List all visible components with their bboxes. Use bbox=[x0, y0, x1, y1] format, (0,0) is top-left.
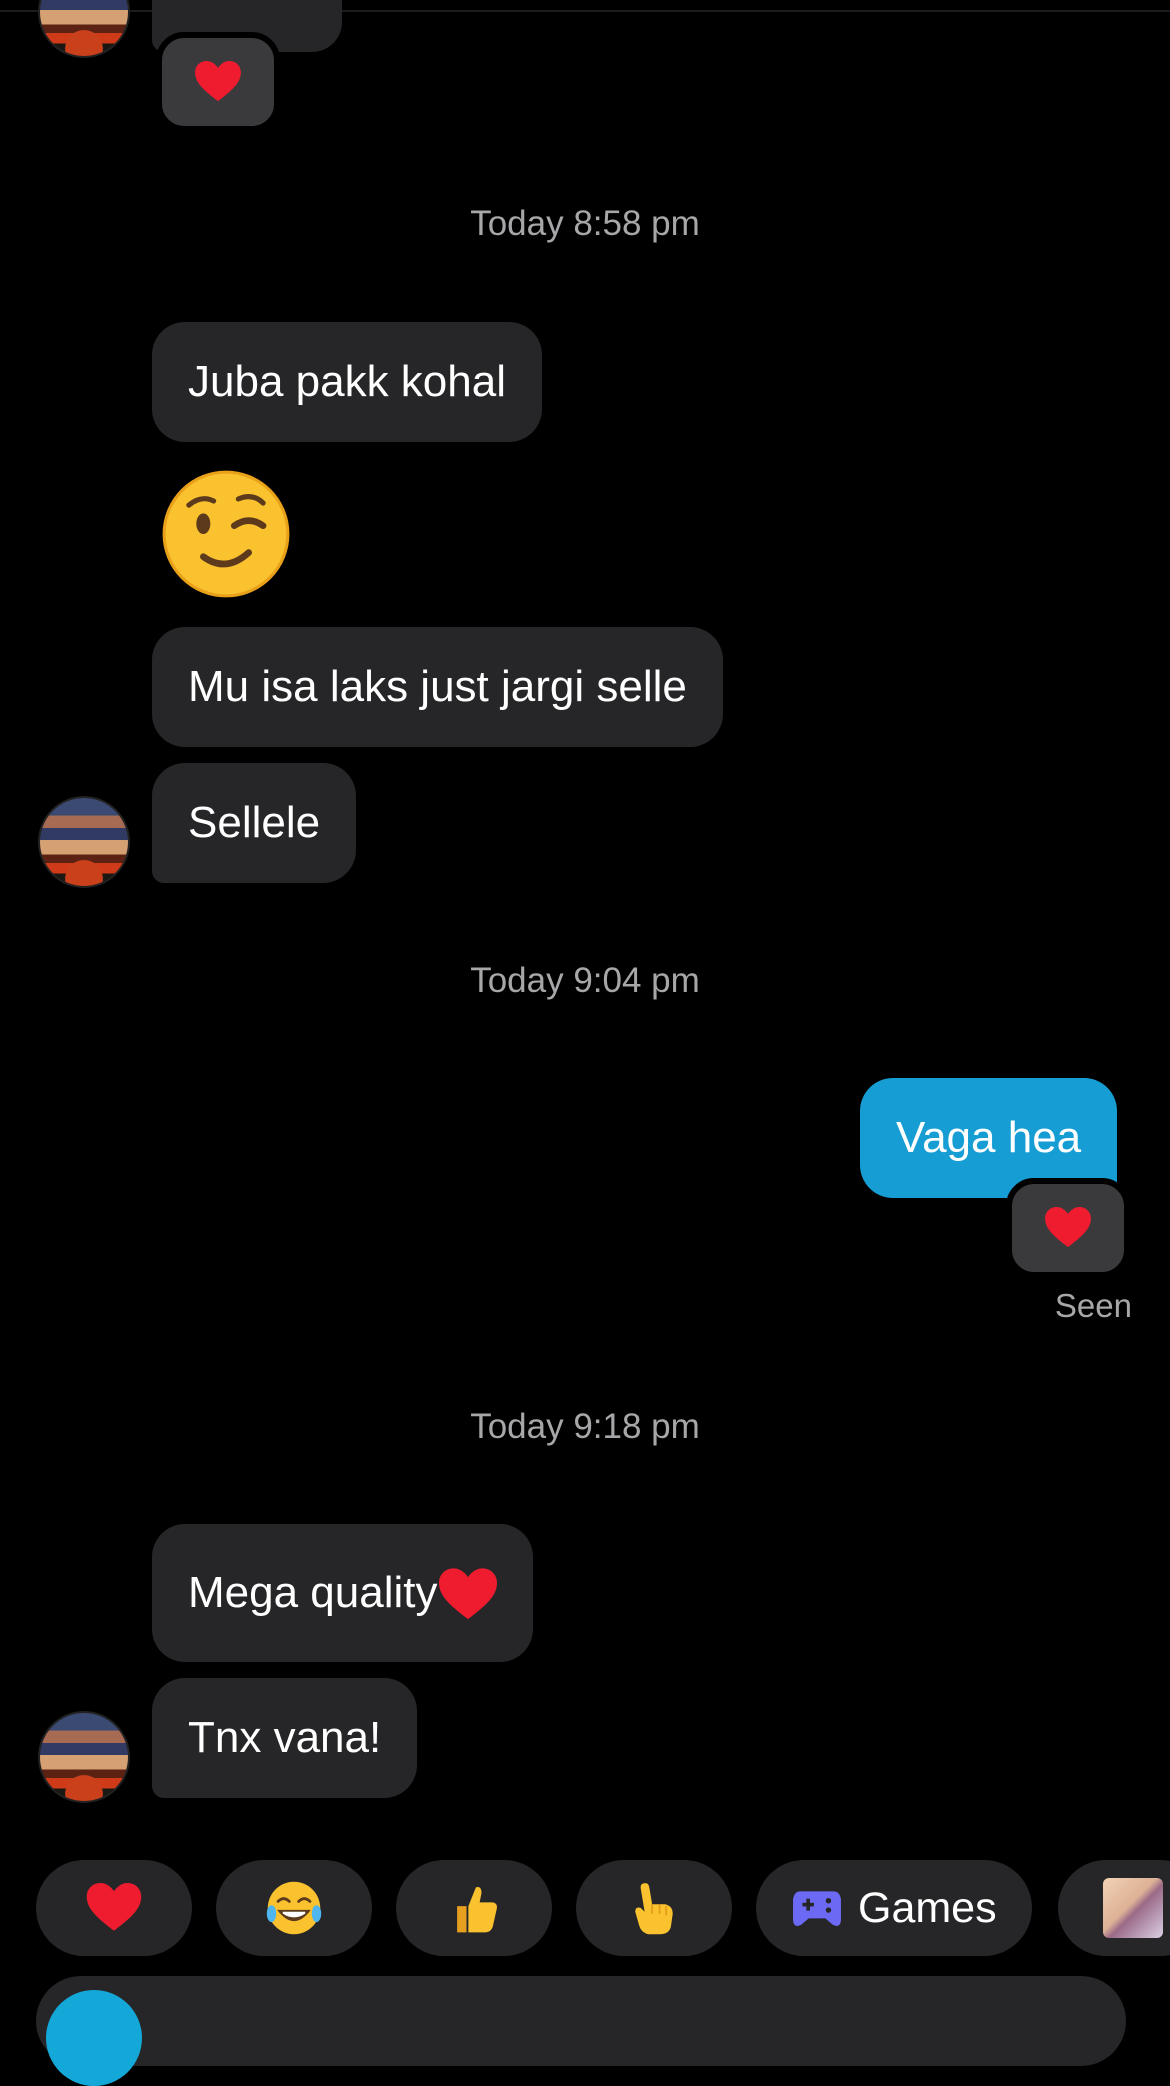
gamepad-icon bbox=[793, 1891, 841, 1927]
message-text: Mega quality bbox=[188, 1568, 438, 1617]
thumbs-up-icon bbox=[457, 1887, 497, 1933]
quick-thumbs-up-button[interactable] bbox=[396, 1860, 552, 1956]
received-message[interactable]: Tnx vana! bbox=[152, 1678, 418, 1798]
received-message[interactable]: Mega quality bbox=[152, 1524, 534, 1662]
timestamp: Today 8:58 pm bbox=[470, 204, 700, 243]
quick-heart-button[interactable] bbox=[36, 1860, 192, 1956]
contact-avatar[interactable] bbox=[38, 796, 130, 888]
laughing-tears-icon bbox=[266, 1881, 322, 1935]
heart-icon bbox=[195, 61, 241, 102]
received-message[interactable]: Mu isa laks just jargi selle bbox=[152, 627, 723, 747]
heart-icon bbox=[1045, 1207, 1091, 1248]
heart-reaction[interactable] bbox=[1006, 1178, 1130, 1278]
timestamp: Today 9:18 pm bbox=[470, 1407, 700, 1446]
camera-button[interactable] bbox=[46, 1990, 142, 2086]
sticker-chip[interactable] bbox=[1058, 1860, 1170, 1956]
games-label: Games bbox=[858, 1883, 997, 1932]
quick-point-button[interactable] bbox=[576, 1860, 732, 1956]
winking-face-icon[interactable] bbox=[160, 468, 292, 600]
quick-laugh-button[interactable] bbox=[216, 1860, 372, 1956]
contact-avatar[interactable] bbox=[38, 0, 130, 58]
sticker-thumbnail-icon bbox=[1103, 1878, 1163, 1938]
seen-status: Seen bbox=[1054, 1287, 1132, 1324]
timestamp: Today 9:04 pm bbox=[470, 961, 700, 1000]
received-message[interactable]: Sellele bbox=[152, 763, 357, 883]
heart-icon bbox=[86, 1883, 142, 1931]
heart-reaction[interactable] bbox=[156, 32, 280, 132]
quick-reactions-bar: Games bbox=[36, 1860, 1170, 1956]
received-message[interactable]: Juba pakk kohal bbox=[152, 322, 542, 442]
games-button[interactable]: Games bbox=[756, 1860, 1032, 1956]
contact-avatar[interactable] bbox=[38, 1711, 130, 1803]
message-composer[interactable] bbox=[36, 1976, 1126, 2066]
pointing-hand-icon bbox=[635, 1883, 673, 1935]
heart-icon bbox=[439, 1568, 498, 1620]
